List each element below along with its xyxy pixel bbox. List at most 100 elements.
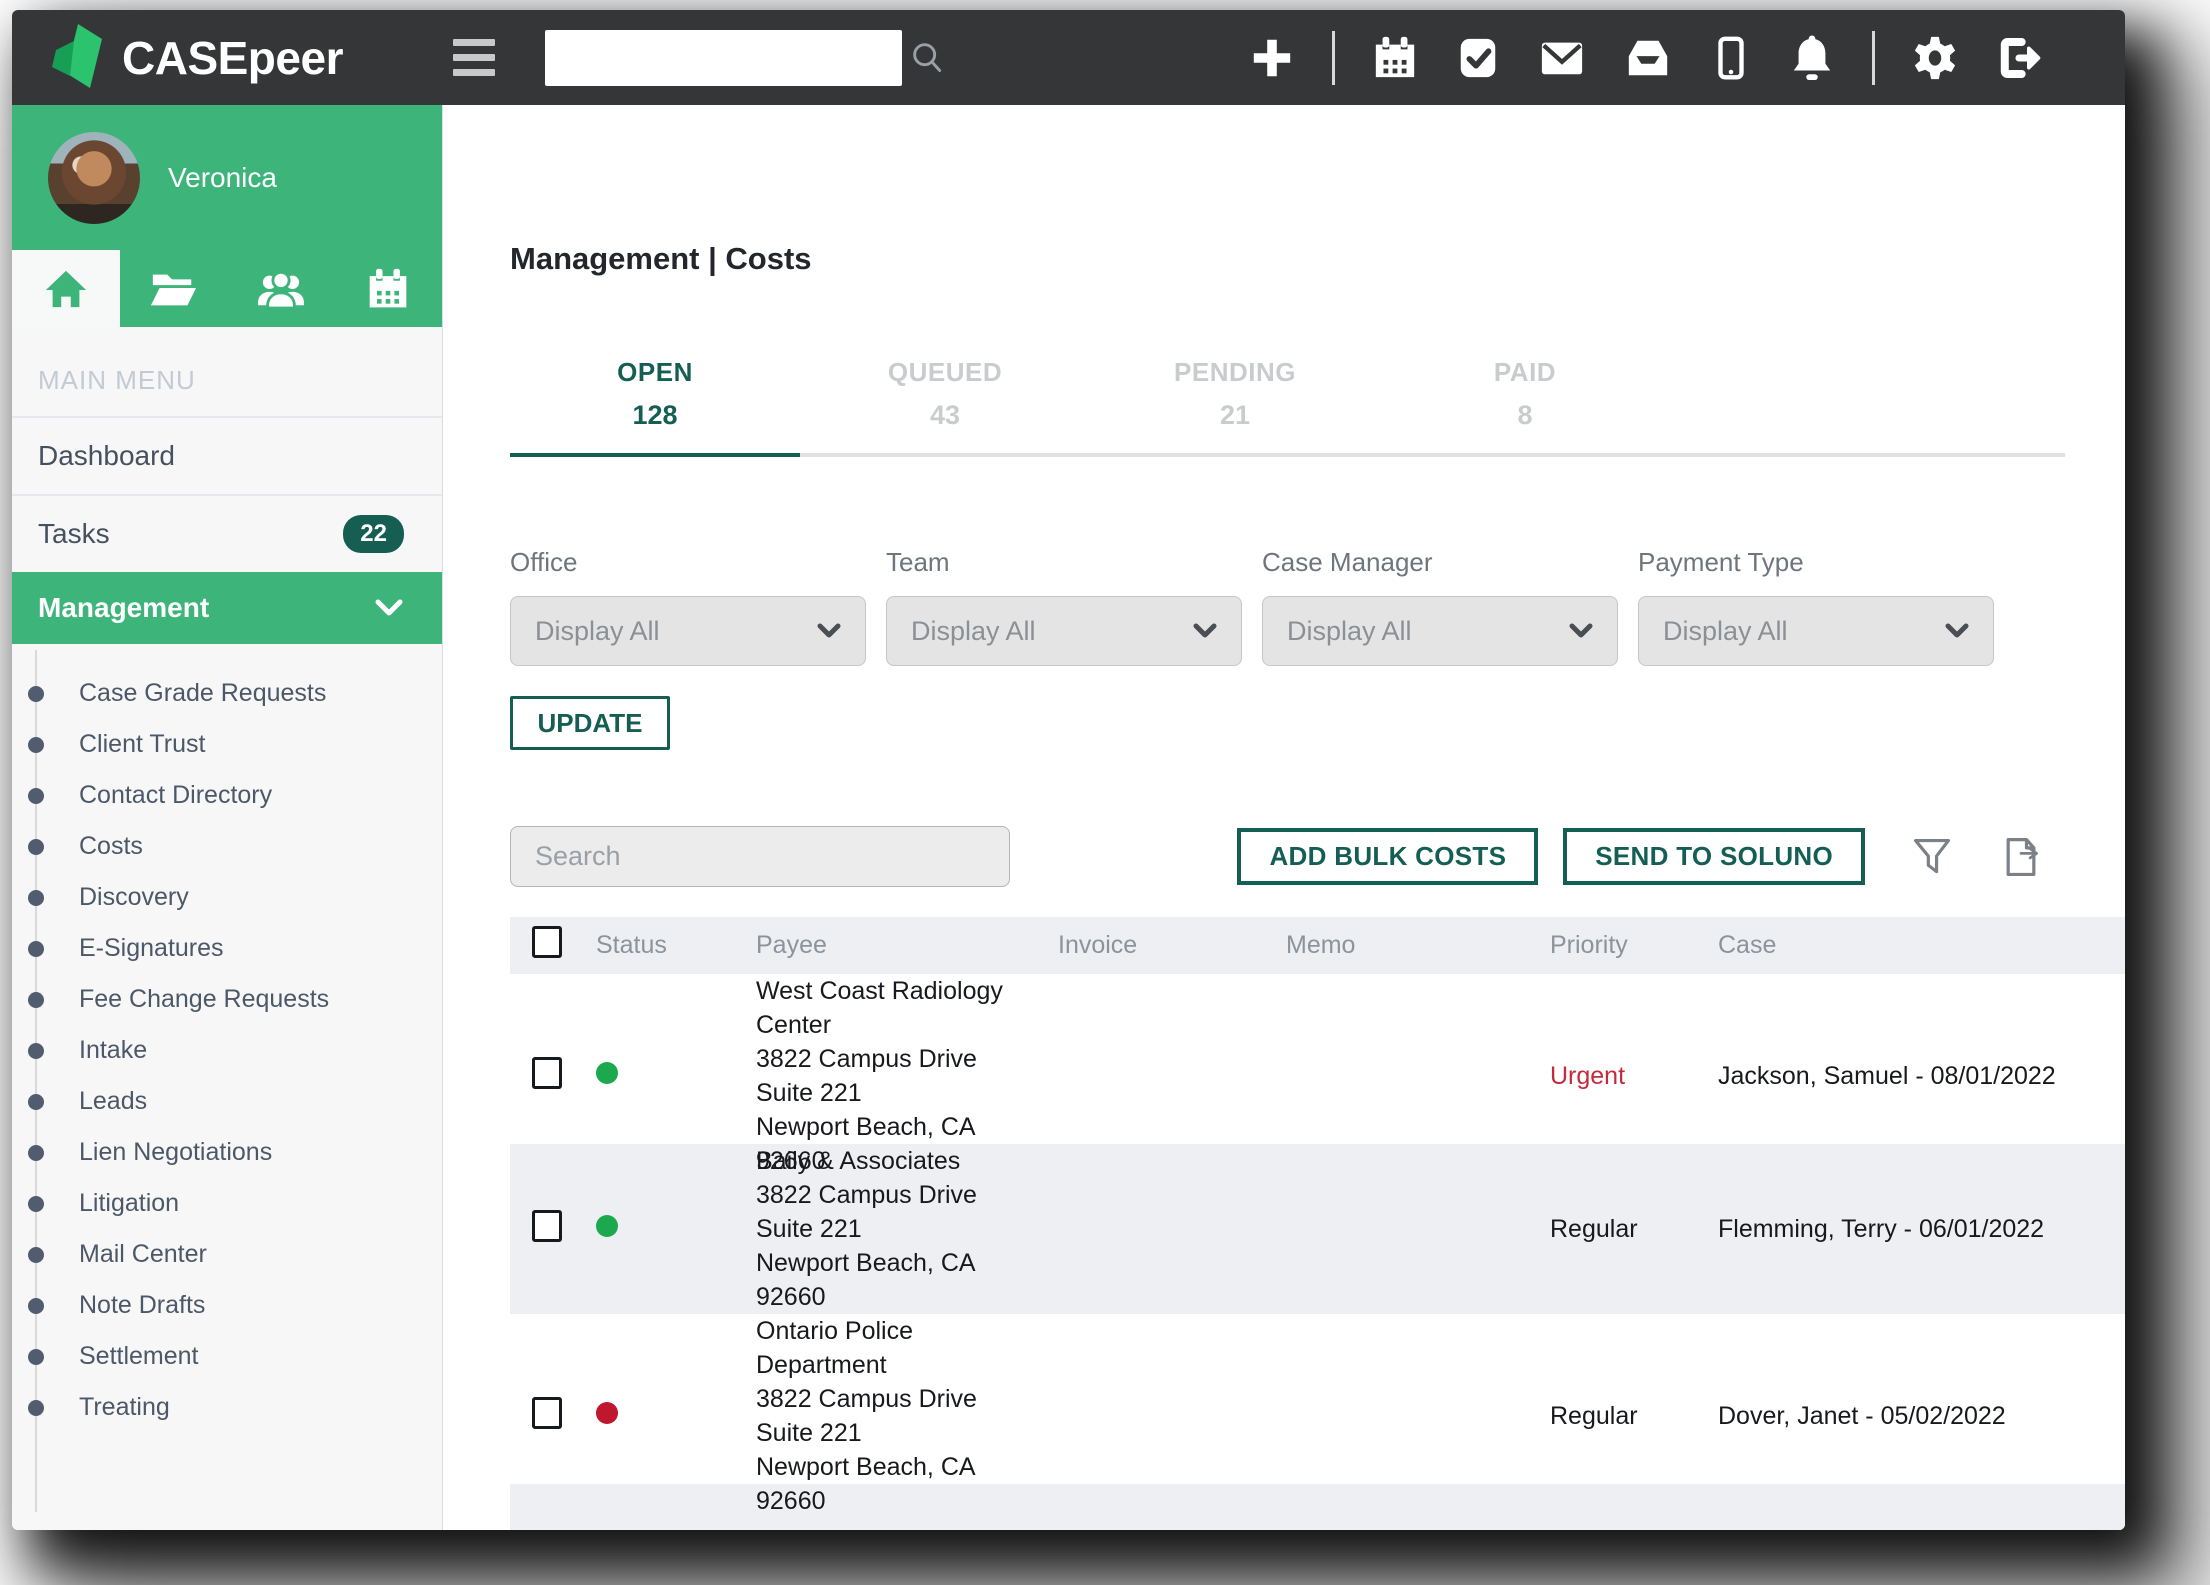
case-cell[interactable]: Dover, Janet - 05/02/2022 xyxy=(1696,1402,2125,1431)
office-select[interactable]: Display All xyxy=(510,596,866,666)
sidebar-item-tasks[interactable]: Tasks 22 xyxy=(12,496,442,572)
sidebar-item-dashboard[interactable]: Dashboard xyxy=(12,418,442,494)
filter-funnel-icon[interactable] xyxy=(1911,835,1953,879)
sidebar-tab-home[interactable] xyxy=(12,250,120,327)
topbar-divider xyxy=(1872,31,1875,85)
hamburger-menu-icon[interactable] xyxy=(453,39,495,76)
tabs-underline xyxy=(1670,357,2065,457)
select-value: Display All xyxy=(911,616,1036,647)
payee-address: 3822 Campus Drive xyxy=(756,1382,1036,1416)
sidebar: Veronica xyxy=(12,105,443,1530)
chevron-down-icon xyxy=(817,623,841,639)
row-checkbox[interactable] xyxy=(532,1397,562,1429)
tab-open[interactable]: OPEN 128 xyxy=(510,357,800,457)
column-header-invoice: Invoice xyxy=(1036,931,1264,960)
tab-pending[interactable]: PENDING 21 xyxy=(1090,357,1380,457)
sidebar-tab-cases[interactable] xyxy=(120,250,228,327)
case-cell[interactable]: Jackson, Samuel - 08/01/2022 xyxy=(1696,1062,2125,1091)
global-search-input[interactable] xyxy=(545,30,908,86)
table-search-input[interactable] xyxy=(510,826,1010,887)
status-dot xyxy=(596,1215,618,1237)
submenu-item-lien-negotiations[interactable]: Lien Negotiations xyxy=(12,1127,442,1178)
submenu-item-mail-center[interactable]: Mail Center xyxy=(12,1229,442,1280)
filter-payment-type: Payment Type Display All xyxy=(1638,547,1994,666)
management-submenu: Case Grade Requests Client Trust Contact… xyxy=(12,644,442,1530)
sidebar-tab-contacts[interactable] xyxy=(227,250,335,327)
casepeer-logo[interactable]: CASEpeer xyxy=(50,22,343,93)
chevron-down-icon xyxy=(374,598,404,618)
team-select[interactable]: Display All xyxy=(886,596,1242,666)
submenu-item-leads[interactable]: Leads xyxy=(12,1076,442,1127)
topbar-divider xyxy=(1332,31,1335,85)
logout-icon[interactable] xyxy=(1995,35,2043,81)
settings-gear-icon[interactable] xyxy=(1912,35,1958,81)
submenu-item-case-grade-requests[interactable]: Case Grade Requests xyxy=(12,668,442,719)
submenu-item-discovery[interactable]: Discovery xyxy=(12,872,442,923)
column-header-memo: Memo xyxy=(1264,931,1528,960)
send-to-soluno-button[interactable]: SEND TO SOLUNO xyxy=(1563,828,1865,885)
costs-table: Status Payee Invoice Memo Priority Case … xyxy=(510,917,2125,1530)
tab-count: 8 xyxy=(1380,400,1670,431)
row-checkbox[interactable] xyxy=(532,1210,562,1242)
filter-label: Case Manager xyxy=(1262,547,1618,578)
payee-name: Baily & Associates xyxy=(756,1144,1036,1178)
mail-icon[interactable] xyxy=(1538,35,1586,81)
plus-icon[interactable] xyxy=(1249,35,1295,81)
select-all-checkbox[interactable] xyxy=(532,926,562,958)
search-icon[interactable] xyxy=(908,38,948,78)
tab-count: 43 xyxy=(800,400,1090,431)
status-dot xyxy=(596,1062,618,1084)
case-manager-select[interactable]: Display All xyxy=(1262,596,1618,666)
notifications-bell-icon[interactable] xyxy=(1789,34,1835,82)
payee-cell: Baily & Associates 3822 Campus Drive Sui… xyxy=(734,1144,1036,1314)
tab-count: 21 xyxy=(1090,400,1380,431)
tab-label: QUEUED xyxy=(800,357,1090,388)
filter-label: Payment Type xyxy=(1638,547,1994,578)
update-button[interactable]: UPDATE xyxy=(510,696,670,750)
row-checkbox[interactable] xyxy=(532,1057,562,1089)
submenu-item-costs[interactable]: Costs xyxy=(12,821,442,872)
submenu-item-contact-directory[interactable]: Contact Directory xyxy=(12,770,442,821)
table-row: West Coast Radiology Center 3822 Campus … xyxy=(510,974,2125,1144)
priority-cell: Urgent xyxy=(1528,1062,1696,1091)
tab-queued[interactable]: QUEUED 43 xyxy=(800,357,1090,457)
sidebar-tab-calendar[interactable] xyxy=(335,250,443,327)
user-profile[interactable]: Veronica xyxy=(12,105,442,250)
payee-address: 3822 Campus Drive xyxy=(756,1042,1036,1076)
payment-type-select[interactable]: Display All xyxy=(1638,596,1994,666)
app-window: CASEpeer xyxy=(12,10,2125,1530)
topbar-icons xyxy=(1249,31,2043,85)
status-dot xyxy=(596,1402,618,1424)
add-bulk-costs-button[interactable]: ADD BULK COSTS xyxy=(1237,828,1538,885)
main-content: Management | Costs OPEN 128 QUEUED 43 PE… xyxy=(443,105,2125,1530)
chevron-down-icon xyxy=(1193,623,1217,639)
submenu-item-settlement[interactable]: Settlement xyxy=(12,1331,442,1382)
submenu-item-intake[interactable]: Intake xyxy=(12,1025,442,1076)
task-check-icon[interactable] xyxy=(1455,35,1501,81)
submenu-item-fee-change-requests[interactable]: Fee Change Requests xyxy=(12,974,442,1025)
filter-office: Office Display All xyxy=(510,547,866,666)
filter-label: Team xyxy=(886,547,1242,578)
main-menu-label: MAIN MENU xyxy=(12,327,442,416)
submenu-item-note-drafts[interactable]: Note Drafts xyxy=(12,1280,442,1331)
home-icon xyxy=(43,267,89,311)
submenu-item-e-signatures[interactable]: E-Signatures xyxy=(12,923,442,974)
payee-name: Ontario Police Department xyxy=(756,1314,1036,1382)
phone-icon[interactable] xyxy=(1710,34,1752,82)
submenu-item-litigation[interactable]: Litigation xyxy=(12,1178,442,1229)
inbox-icon[interactable] xyxy=(1623,35,1673,81)
tab-paid[interactable]: PAID 8 xyxy=(1380,357,1670,457)
user-name: Veronica xyxy=(168,162,277,194)
payee-address: 3822 Campus Drive xyxy=(756,1178,1036,1212)
sidebar-item-management[interactable]: Management xyxy=(12,572,442,644)
case-cell[interactable]: Flemming, Terry - 06/01/2022 xyxy=(1696,1215,2125,1244)
submenu-item-treating[interactable]: Treating xyxy=(12,1382,442,1433)
submenu-item-client-trust[interactable]: Client Trust xyxy=(12,719,442,770)
column-header-case: Case xyxy=(1696,931,2125,960)
export-document-icon[interactable] xyxy=(1999,834,2043,880)
select-value: Display All xyxy=(535,616,660,647)
table-row: Baily & Associates 3822 Campus Drive Sui… xyxy=(510,1144,2125,1314)
calendar-icon[interactable] xyxy=(1372,35,1418,81)
global-search xyxy=(545,30,902,86)
payee-address: Newport Beach, CA 92660 xyxy=(756,1246,1036,1314)
